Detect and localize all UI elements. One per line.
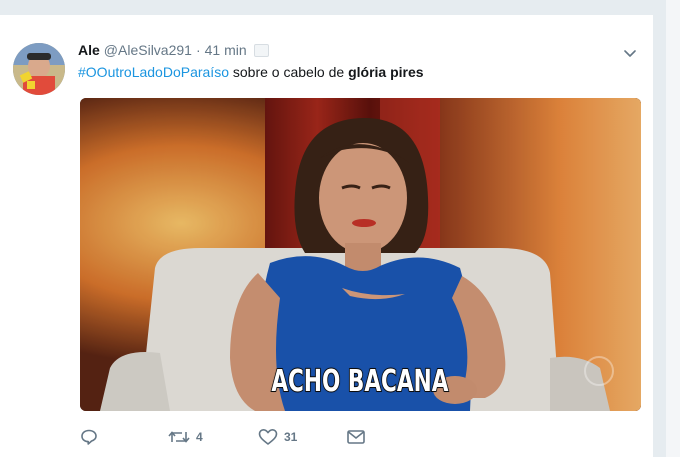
tweet-header: Ale @AleSilva291 · 41 min: [78, 39, 269, 61]
translate-icon: [253, 43, 269, 57]
chevron-down-icon[interactable]: [622, 45, 638, 61]
header-separator: ·: [195, 42, 201, 58]
user-handle[interactable]: @AleSilva291: [104, 42, 192, 58]
envelope-icon: [347, 430, 365, 444]
tweet-text-body: sobre o cabelo de: [228, 64, 349, 80]
reply-button[interactable]: [80, 427, 98, 447]
direct-message-button[interactable]: [346, 427, 366, 447]
tweet-media-gif[interactable]: ACHO BACANA: [80, 98, 641, 411]
like-count: 31: [284, 430, 298, 444]
retweet-icon: [168, 431, 190, 443]
timestamp[interactable]: 41 min: [205, 42, 247, 58]
timeline-page: Ale @AleSilva291 · 41 min #OOutroLadoDoP…: [0, 0, 680, 457]
retweet-count: 4: [196, 430, 203, 444]
retweet-button[interactable]: 4: [168, 427, 203, 447]
tweet-text-bold: glória pires: [348, 64, 424, 80]
tweet-card[interactable]: Ale @AleSilva291 · 41 min #OOutroLadoDoP…: [0, 14, 654, 457]
like-button[interactable]: 31: [258, 427, 297, 447]
broadcaster-watermark-icon: [584, 356, 614, 386]
reply-icon: [81, 429, 97, 445]
tweet-text: #OOutroLadoDoParaíso sobre o cabelo de g…: [78, 64, 424, 80]
heart-icon: [258, 429, 278, 445]
page-scrollbar[interactable]: [666, 0, 680, 457]
gif-caption: ACHO BACANA: [271, 363, 450, 400]
hashtag-link[interactable]: #OOutroLadoDoParaíso: [78, 64, 229, 80]
avatar-image: [13, 43, 65, 95]
tweet-actions: 4 31: [80, 427, 400, 447]
avatar[interactable]: [13, 43, 65, 95]
display-name[interactable]: Ale: [78, 42, 100, 58]
